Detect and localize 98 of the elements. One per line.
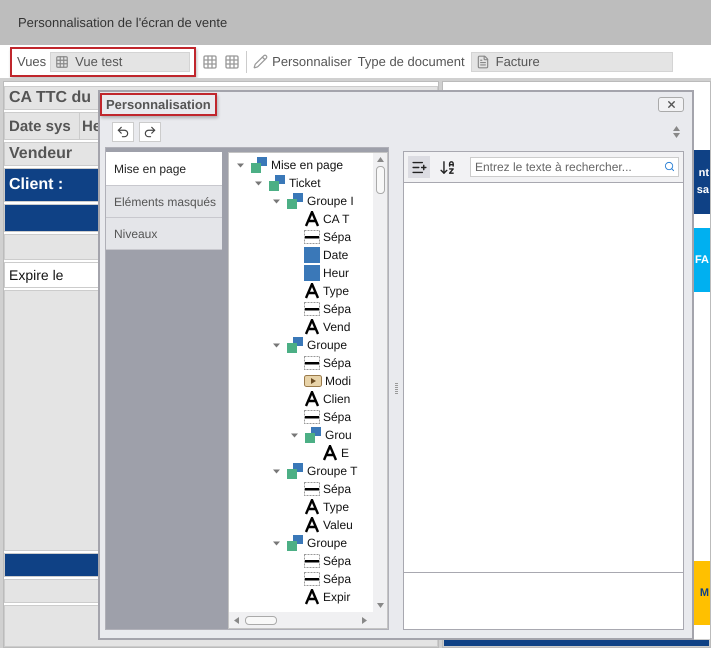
undo-button[interactable] [112, 122, 134, 142]
tree-item[interactable]: Sépa [323, 482, 352, 496]
close-button[interactable] [658, 97, 684, 112]
separator-icon [304, 229, 320, 245]
scroll-up-icon[interactable] [673, 126, 680, 131]
categorized-button[interactable] [408, 156, 430, 178]
horizontal-scrollbar[interactable] [229, 612, 387, 628]
letter-icon [304, 211, 320, 227]
tree-item[interactable]: Sépa [323, 410, 352, 424]
view-select[interactable]: Vue test [50, 52, 190, 72]
layers-icon [286, 337, 304, 353]
scroll-up-icon[interactable] [376, 157, 384, 162]
scroll-left-icon[interactable] [234, 616, 239, 624]
undo-icon [116, 125, 130, 139]
expander-icon[interactable] [290, 432, 298, 438]
video-icon [304, 375, 322, 387]
scroll-right-icon[interactable] [362, 616, 367, 624]
separator-icon [304, 481, 320, 497]
client-label: Client : [9, 176, 64, 194]
tree-item[interactable]: Sépa [323, 554, 352, 568]
square-icon [304, 265, 320, 281]
search-field[interactable]: Entrez le texte à rechercher... [470, 157, 679, 177]
window-title: Personnalisation de l'écran de vente [18, 15, 228, 30]
grid-icon[interactable] [224, 54, 240, 70]
expiry-label: Expire le [9, 267, 64, 283]
tile-label: nt [698, 166, 709, 181]
tab[interactable]: Eléments masqués [106, 186, 222, 218]
scroll-thumb[interactable] [245, 616, 277, 624]
scroll-thumb[interactable] [376, 166, 384, 194]
layers-icon [286, 535, 304, 551]
square-icon [304, 247, 320, 263]
tile-label: sa [696, 183, 709, 198]
tab[interactable]: Niveaux [106, 218, 222, 250]
separator-icon [304, 571, 320, 587]
tree-item[interactable]: Modi [325, 374, 352, 388]
tree-item[interactable]: Type [323, 500, 350, 514]
views-label: Vues [17, 54, 46, 69]
separator-icon [304, 301, 320, 317]
separator-icon [304, 355, 320, 371]
tree-item[interactable]: Groupe I [307, 194, 354, 208]
letter-icon [322, 445, 338, 461]
separator-icon [304, 553, 320, 569]
close-icon [666, 99, 676, 110]
expander-icon[interactable] [254, 180, 262, 186]
document-type-select[interactable]: Facture [470, 52, 673, 72]
search-icon[interactable] [664, 161, 675, 172]
customize-button[interactable]: Personnaliser [253, 54, 352, 69]
layers-icon [286, 193, 304, 209]
seller-label: Vendeur [9, 145, 72, 163]
tree-item[interactable]: Sépa [323, 356, 352, 370]
tree-item[interactable]: Heur [323, 266, 350, 280]
letter-icon [304, 391, 320, 407]
tree-item[interactable]: Ticket [289, 176, 321, 190]
tree-item[interactable]: Type [323, 284, 350, 298]
tree-item[interactable]: Clien [323, 392, 350, 406]
tree-item[interactable]: Sépa [323, 572, 352, 586]
letter-icon [304, 499, 320, 515]
tree-item[interactable]: Sépa [323, 302, 352, 316]
tile-label: M [700, 586, 709, 600]
grid-icon[interactable] [202, 54, 218, 70]
tree-item[interactable]: Grou [325, 428, 352, 442]
dialog-title: Personnalisation [100, 93, 217, 116]
splitter-handle[interactable] [394, 382, 398, 394]
total-label: CA TTC du [9, 89, 92, 107]
letter-icon [304, 517, 320, 533]
date-label: Date sys [9, 118, 71, 134]
grid-icon [55, 54, 70, 68]
vertical-scrollbar[interactable] [373, 153, 387, 612]
tree-item[interactable]: Valeu [323, 518, 353, 532]
tree-item[interactable]: Groupe [307, 338, 348, 352]
layers-icon [250, 157, 268, 173]
redo-button[interactable] [139, 122, 161, 142]
tab[interactable]: Mise en page [106, 152, 222, 186]
letter-icon [304, 283, 320, 299]
expander-icon[interactable] [272, 342, 280, 348]
scroll-down-icon[interactable] [673, 133, 680, 138]
tree-item[interactable]: Groupe T [307, 464, 358, 478]
tree-item[interactable]: Mise en page [271, 158, 344, 172]
tree-item[interactable]: Vend [323, 320, 350, 334]
expander-icon[interactable] [272, 468, 280, 474]
tree-item[interactable]: Expir [323, 590, 350, 604]
redo-icon [143, 125, 157, 139]
expander-icon[interactable] [272, 540, 280, 546]
layers-icon [304, 427, 322, 443]
tree-item[interactable]: Date [323, 248, 348, 262]
tree-item[interactable]: CA T [323, 212, 350, 226]
document-icon [476, 54, 490, 68]
layers-icon [286, 463, 304, 479]
tree-item[interactable]: E [341, 446, 350, 460]
letter-icon [304, 589, 320, 605]
separator-icon [304, 409, 320, 425]
pencil-icon [253, 54, 268, 69]
tile-label: FA [694, 252, 709, 268]
document-type-label: Type de document [358, 54, 465, 69]
layers-icon [268, 175, 286, 191]
letter-icon [304, 319, 320, 335]
tree-item[interactable]: Sépa [323, 230, 352, 244]
tree-item[interactable]: Groupe [307, 536, 348, 550]
